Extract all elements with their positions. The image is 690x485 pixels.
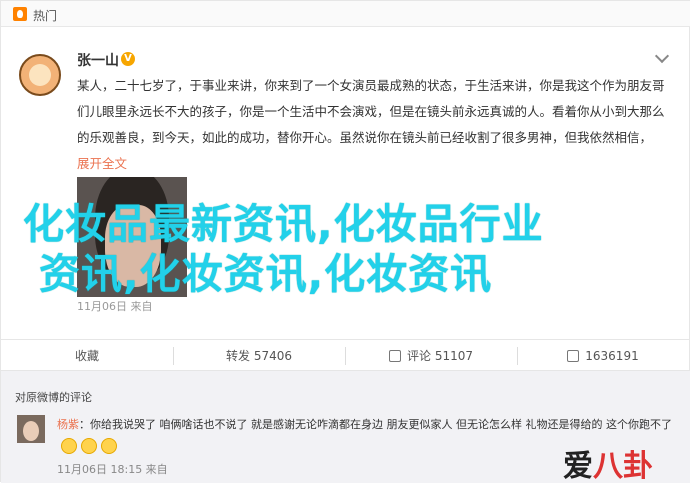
smile-emoji-icon: [61, 438, 77, 454]
like-icon: [567, 350, 580, 362]
top-bar: 热门: [1, 1, 690, 27]
watermark-part-2: 八卦: [593, 449, 653, 484]
repost-button[interactable]: 转发 57406: [173, 340, 345, 372]
commenter-name[interactable]: 杨紫: [57, 418, 79, 431]
comment-meta: 11月06日 18:15 来自: [57, 463, 168, 476]
comment-label: 评论 51107: [407, 349, 473, 363]
action-bar: 收藏 转发 57406 评论 51107 1636191: [1, 339, 690, 371]
chevron-down-icon[interactable]: [654, 48, 670, 64]
comment-button[interactable]: 评论 51107: [345, 340, 517, 372]
user-avatar[interactable]: [19, 54, 61, 96]
overlay-text: 化妆品最新资讯,化妆品行业 资讯,化妆资讯,化妆资讯: [23, 199, 683, 299]
expand-link[interactable]: 展开全文: [77, 156, 127, 171]
post-date: 11月06日 来自: [77, 300, 153, 313]
favorite-button[interactable]: 收藏: [1, 340, 173, 372]
smile-emoji-icon: [101, 438, 117, 454]
post-body: 某人，二十七岁了，于事业来讲，你来到了一个女演员最成熟的状态，于生活来讲，你是我…: [77, 73, 667, 177]
comment-icon: [389, 350, 401, 362]
smile-emoji-icon: [81, 438, 97, 454]
favorite-label: 收藏: [74, 349, 99, 363]
hot-icon: [13, 7, 27, 21]
username[interactable]: 张一山: [77, 50, 119, 70]
verified-badge-icon: V: [121, 52, 135, 66]
overlay-line-2: 资讯,化妆资讯,化妆资讯: [39, 250, 493, 298]
comment-text: ：你给我说哭了 咱俩啥话也不说了 就是感谢无论咋滴都在身边 朋友更似家人 但无论…: [79, 418, 672, 431]
watermark-part-1: 爱: [563, 449, 593, 484]
commenter-avatar[interactable]: [17, 415, 45, 443]
overlay-line-1: 化妆品最新资讯,化妆品行业: [23, 200, 544, 248]
weibo-frame: 热门 张一山 V 某人，二十七岁了，于事业来讲，你来到了一个女演员最成熟的状态，…: [0, 0, 690, 485]
repost-label: 转发 57406: [226, 349, 292, 363]
like-button[interactable]: 1636191: [517, 340, 689, 372]
like-label: 1636191: [585, 349, 639, 363]
comments-title: 对原微博的评论: [15, 391, 92, 404]
hot-label[interactable]: 热门: [33, 7, 57, 24]
post-text: 某人，二十七岁了，于事业来讲，你来到了一个女演员最成熟的状态，于生活来讲，你是我…: [77, 78, 665, 145]
watermark-logo: 爱八卦: [563, 441, 653, 485]
